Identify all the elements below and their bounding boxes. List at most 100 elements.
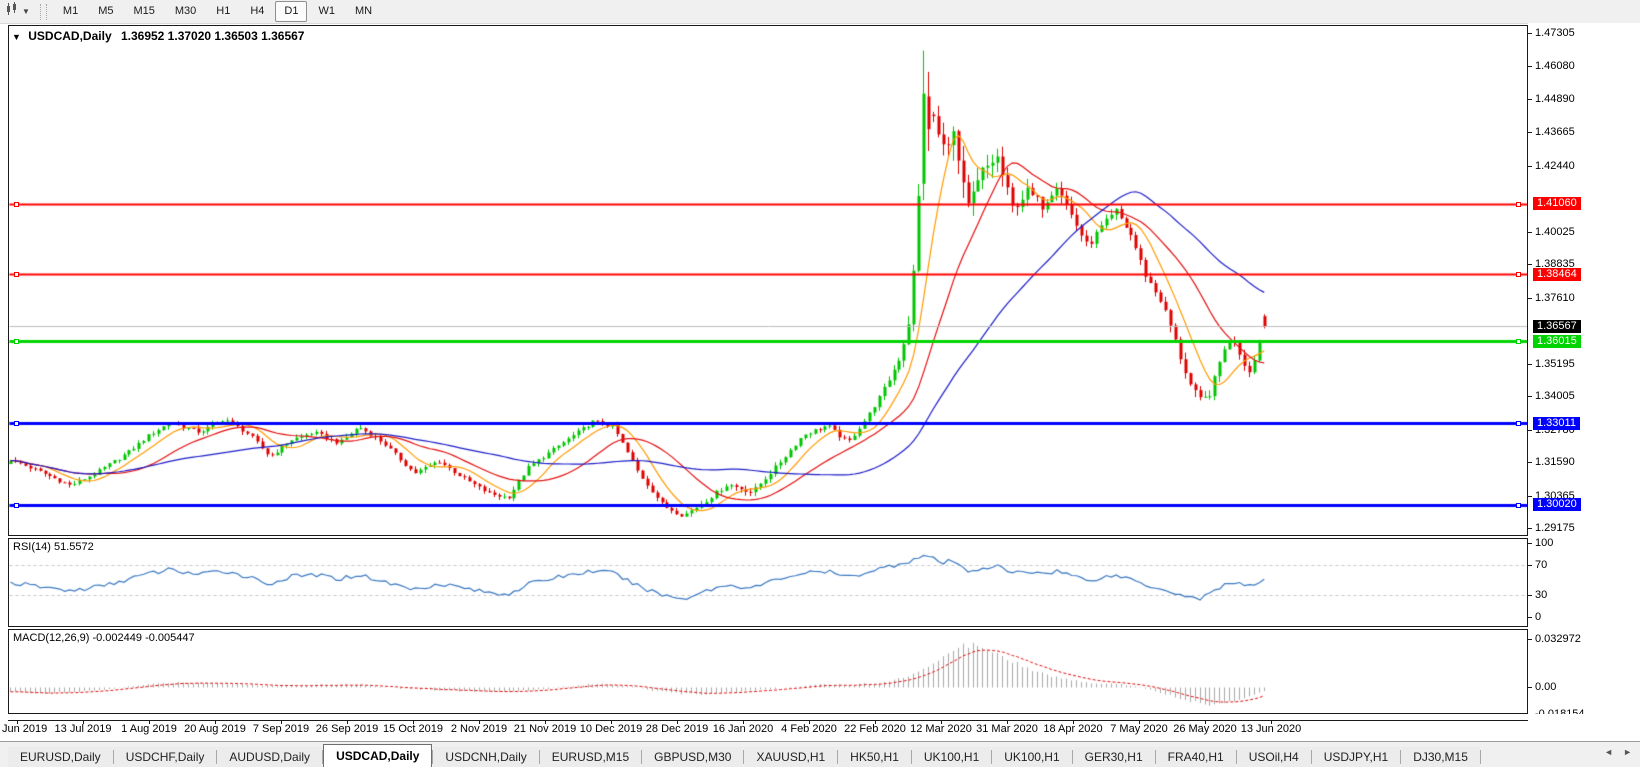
level-line-handle[interactable] xyxy=(14,421,19,426)
chart-tab-usdcnh-daily[interactable]: USDCNH,Daily xyxy=(433,747,538,767)
macd-tick-label: 0.032972 xyxy=(1535,633,1581,645)
price-tick-label: 1.40025 xyxy=(1535,226,1575,238)
level-line-handle[interactable] xyxy=(1516,503,1521,508)
macd-indicator-panel: MACD(12,26,9) -0.002449 -0.005447 xyxy=(8,629,1528,714)
chart-tab-eurusd-daily[interactable]: EURUSD,Daily xyxy=(8,747,113,767)
chart-tab-ger30-h1[interactable]: GER30,H1 xyxy=(1073,747,1155,767)
tab-scroll-buttons: ◄ ► xyxy=(1604,747,1632,757)
chart-tab-usdchf-daily[interactable]: USDCHF,Daily xyxy=(114,747,217,767)
macd-tick-mark xyxy=(1528,639,1532,640)
price-tick-label: 1.42440 xyxy=(1535,160,1575,172)
chart-symbol-label: USDCAD,Daily xyxy=(28,29,111,43)
rsi-tick-label: 70 xyxy=(1535,559,1547,571)
chart-tab-gbpusd-m30[interactable]: GBPUSD,M30 xyxy=(642,747,743,767)
macd-label: MACD(12,26,9) -0.002449 -0.005447 xyxy=(13,632,195,644)
timeframe-button-d1[interactable]: D1 xyxy=(275,1,307,22)
level-line-handle[interactable] xyxy=(14,202,19,207)
timeframe-button-m15[interactable]: M15 xyxy=(124,1,163,22)
price-tick-label: 1.34005 xyxy=(1535,390,1575,402)
level-price-label: 1.41060 xyxy=(1533,197,1581,210)
chart-tab-dj30-m15[interactable]: DJ30,M15 xyxy=(1401,747,1480,767)
time-tick-label: 7 May 2020 xyxy=(1110,723,1167,735)
chart-tab-hk50-h1[interactable]: HK50,H1 xyxy=(838,747,911,767)
dropdown-caret-icon[interactable]: ▼ xyxy=(22,7,30,16)
timeframe-button-m30[interactable]: M30 xyxy=(166,1,205,22)
price-tick-label: 1.31590 xyxy=(1535,456,1575,468)
toolbar-separator xyxy=(40,4,47,20)
chart-tab-xauusd-h1[interactable]: XAUUSD,H1 xyxy=(744,747,837,767)
rsi-tick-mark xyxy=(1528,565,1532,566)
price-tick-label: 1.46080 xyxy=(1535,60,1575,72)
price-tick-label: 1.43665 xyxy=(1535,126,1575,138)
price-chart-panel xyxy=(8,25,1528,536)
tab-scroll-left-icon[interactable]: ◄ xyxy=(1604,747,1613,757)
timeframe-button-mn[interactable]: MN xyxy=(346,1,381,22)
time-tick-label: 21 Nov 2019 xyxy=(514,723,576,735)
price-tick-label: 1.29175 xyxy=(1535,522,1575,534)
tab-scroll-right-icon[interactable]: ► xyxy=(1623,747,1632,757)
chart-tab-eurusd-m15[interactable]: EURUSD,M15 xyxy=(540,747,641,767)
level-line-handle[interactable] xyxy=(14,339,19,344)
timeframe-button-h1[interactable]: H1 xyxy=(207,1,239,22)
chart-tab-audusd-daily[interactable]: AUDUSD,Daily xyxy=(217,747,322,767)
price-tick-mark xyxy=(1528,99,1532,100)
price-tick-mark xyxy=(1528,364,1532,365)
time-tick-label: 31 Mar 2020 xyxy=(976,723,1038,735)
rsi-canvas[interactable] xyxy=(9,539,1527,626)
price-tick-mark xyxy=(1528,528,1532,529)
timeframe-button-w1[interactable]: W1 xyxy=(309,1,344,22)
price-tick-mark xyxy=(1528,396,1532,397)
chart-tab-usdcad-daily[interactable]: USDCAD,Daily xyxy=(323,744,432,767)
time-tick-label: 7 Sep 2019 xyxy=(253,723,309,735)
timeframe-button-m5[interactable]: M5 xyxy=(89,1,122,22)
price-tick-mark xyxy=(1528,496,1532,497)
time-tick-label: 26 May 2020 xyxy=(1173,723,1237,735)
rsi-tick-label: 100 xyxy=(1535,537,1553,549)
time-tick-label: 16 Jan 2020 xyxy=(713,723,774,735)
time-tick-label: 2 Nov 2019 xyxy=(451,723,507,735)
time-tick-label: 26 Sep 2019 xyxy=(316,723,378,735)
price-tick-label: 1.47305 xyxy=(1535,27,1575,39)
rsi-tick-label: 30 xyxy=(1535,589,1547,601)
trading-terminal-window: ▼ M1M5M15M30H1H4D1W1MN ▼ USDCAD,Daily 1.… xyxy=(0,0,1640,767)
candlestick-chart-icon[interactable] xyxy=(4,2,20,21)
rsi-tick-label: 0 xyxy=(1535,611,1541,623)
level-line-handle[interactable] xyxy=(14,272,19,277)
level-price-label: 1.30020 xyxy=(1533,498,1581,511)
time-tick-label: 10 Dec 2019 xyxy=(580,723,642,735)
level-line-handle[interactable] xyxy=(1516,421,1521,426)
level-line-handle[interactable] xyxy=(1516,272,1521,277)
price-axis: 1.473051.460801.448901.436651.424401.400… xyxy=(1528,23,1640,718)
tab-separator xyxy=(1480,750,1481,764)
indicators-collapse-icon[interactable]: ▼ xyxy=(12,32,21,42)
rsi-tick-mark xyxy=(1528,617,1532,618)
time-tick-label: 13 Jul 2019 xyxy=(55,723,112,735)
chart-tool-group: ▼ xyxy=(0,2,34,21)
level-line-handle[interactable] xyxy=(14,503,19,508)
timeframe-button-h4[interactable]: H4 xyxy=(241,1,273,22)
chart-tab-uk100-h1[interactable]: UK100,H1 xyxy=(912,747,991,767)
rsi-tick-mark xyxy=(1528,595,1532,596)
macd-canvas[interactable] xyxy=(9,630,1527,713)
level-price-label: 1.36015 xyxy=(1533,335,1581,348)
timeframe-buttons: M1M5M15M30H1H4D1W1MN xyxy=(53,1,382,22)
chart-title: ▼ USDCAD,Daily 1.36952 1.37020 1.36503 1… xyxy=(12,29,304,43)
chart-tab-bar: EURUSD,DailyUSDCHF,DailyAUDUSD,DailyUSDC… xyxy=(0,741,1640,767)
time-tick-label: 25 Jun 2019 xyxy=(0,723,47,735)
price-tick-mark xyxy=(1528,430,1532,431)
chart-tab-uk100-h1[interactable]: UK100,H1 xyxy=(992,747,1071,767)
time-tick-label: 12 Mar 2020 xyxy=(910,723,972,735)
chart-tab-fra40-h1[interactable]: FRA40,H1 xyxy=(1156,747,1236,767)
rsi-tick-mark xyxy=(1528,543,1532,544)
price-chart-canvas[interactable] xyxy=(9,26,1527,535)
level-line-handle[interactable] xyxy=(1516,202,1521,207)
timeframe-button-m1[interactable]: M1 xyxy=(54,1,87,22)
time-axis-line xyxy=(8,720,1528,721)
level-line-handle[interactable] xyxy=(1516,339,1521,344)
rsi-indicator-panel: RSI(14) 51.5572 xyxy=(8,538,1528,627)
time-tick-label: 18 Apr 2020 xyxy=(1043,723,1102,735)
chart-tab-usoil-h4[interactable]: USOil,H4 xyxy=(1237,747,1311,767)
chart-tab-usdjpy-h1[interactable]: USDJPY,H1 xyxy=(1312,747,1400,767)
price-tick-mark xyxy=(1528,166,1532,167)
time-axis: 25 Jun 201913 Jul 20191 Aug 201920 Aug 2… xyxy=(0,714,1640,741)
